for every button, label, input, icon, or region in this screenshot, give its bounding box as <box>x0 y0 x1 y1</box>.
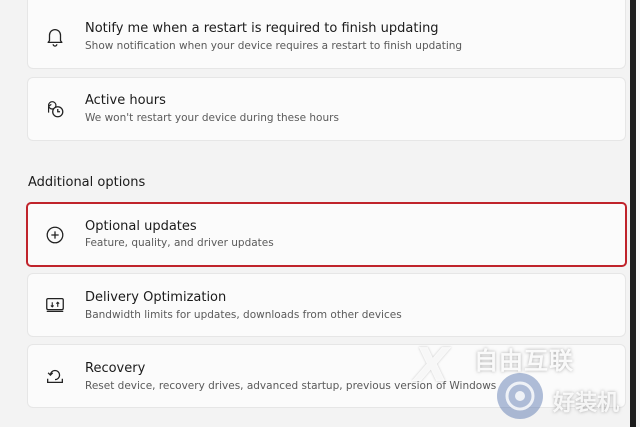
plus-circle-icon <box>46 226 64 243</box>
delivery-optimization-icon <box>46 297 64 313</box>
delivery-optimization-card[interactable]: Delivery Optimization Bandwidth limits f… <box>28 274 625 336</box>
delivery-optimization-subtitle: Bandwidth limits for updates, downloads … <box>85 309 402 321</box>
notify-restart-title: Notify me when a restart is required to … <box>85 21 439 36</box>
optional-updates-title: Optional updates <box>85 219 197 234</box>
optional-updates-card[interactable]: Optional updates Feature, quality, and d… <box>28 204 625 265</box>
watermark-brand: 自由互联 <box>474 347 574 375</box>
watermark-brand-secondary: 好装机 <box>553 391 620 416</box>
optional-updates-subtitle: Feature, quality, and driver updates <box>85 237 274 249</box>
active-hours-subtitle: We won't restart your device during thes… <box>85 112 339 124</box>
active-hours-card[interactable]: Active hours We won't restart your devic… <box>28 78 625 140</box>
watermark-circle-logo <box>497 373 543 419</box>
delivery-optimization-title: Delivery Optimization <box>85 290 227 305</box>
recovery-icon <box>47 369 63 384</box>
watermark-x-logo: X <box>414 338 450 392</box>
notify-restart-card[interactable]: Notify me when a restart is required to … <box>28 0 625 68</box>
notify-restart-subtitle: Show notification when your device requi… <box>85 40 463 52</box>
additional-options-heading: Additional options <box>28 175 146 190</box>
active-hours-title: Active hours <box>85 93 166 108</box>
bell-icon <box>47 29 63 47</box>
recovery-title: Recovery <box>85 361 146 376</box>
clock-icon <box>47 101 64 118</box>
